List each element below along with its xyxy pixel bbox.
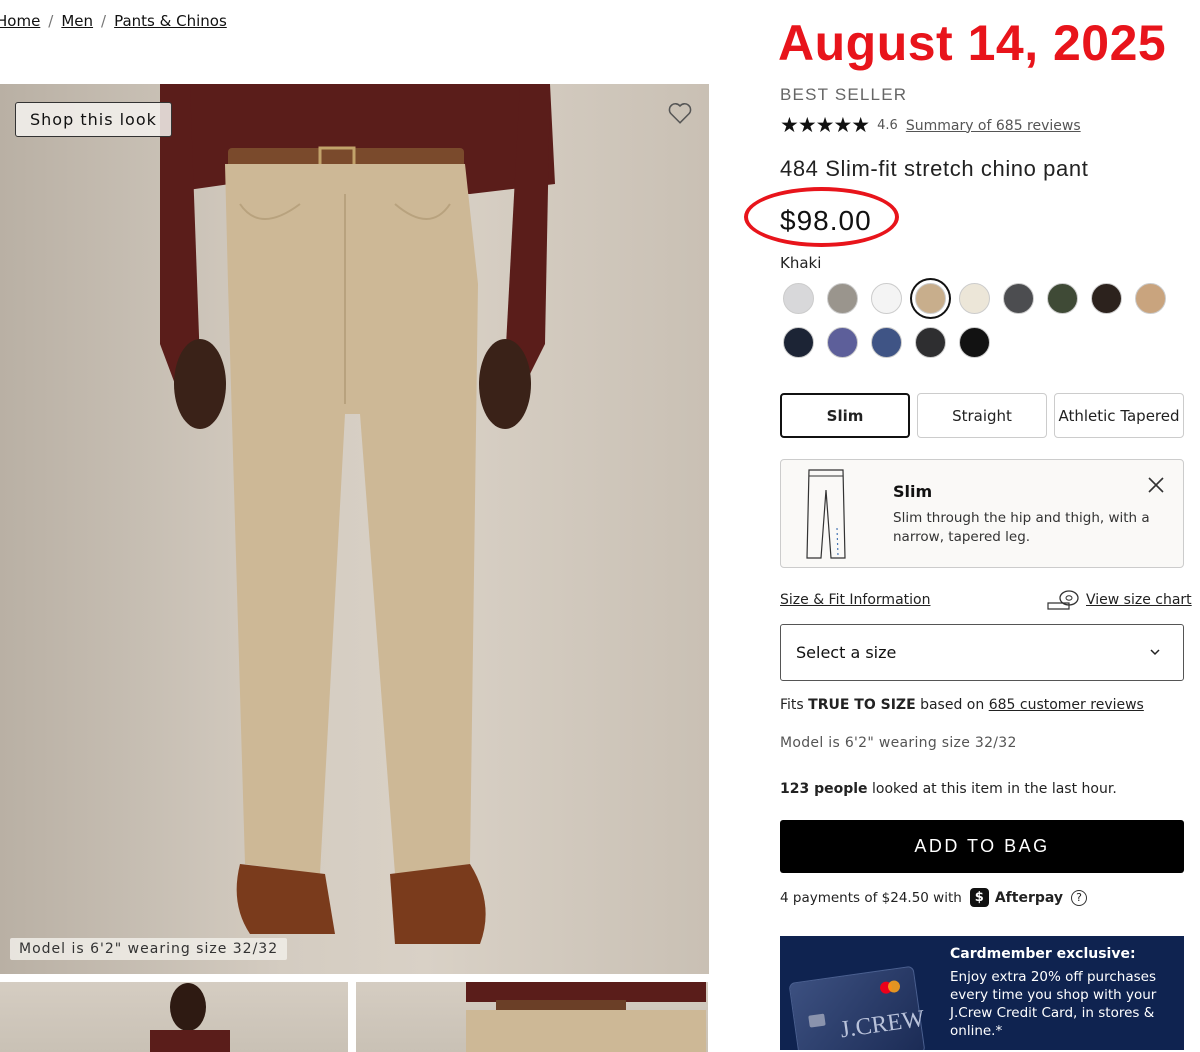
afterpay-brand: Afterpay — [994, 889, 1064, 906]
fit-option-athletic-tapered[interactable]: Athletic Tapered — [1054, 393, 1184, 438]
breadcrumb-men[interactable]: Men — [61, 12, 93, 30]
mastercard-icon — [880, 980, 900, 994]
afterpay-row: 4 payments of $24.50 with $ Afterpay ? — [780, 888, 1185, 907]
color-swatch[interactable] — [783, 327, 814, 358]
afterpay-logo: $ Afterpay — [969, 888, 1064, 907]
thumbnail-image — [466, 982, 706, 1052]
rating-row: ★★★★★ 4.6 Summary of 685 reviews — [780, 115, 1185, 136]
color-swatch[interactable] — [871, 283, 902, 314]
product-thumbnail[interactable] — [356, 982, 708, 1052]
promo-body: Enjoy extra 20% off purchases every time… — [950, 969, 1157, 1039]
dollar-icon: $ — [969, 888, 989, 907]
rating-stars-icon: ★★★★★ — [780, 113, 870, 137]
afterpay-text: 4 payments of $24.50 with — [780, 889, 962, 906]
model-size-note: Model is 6'2" wearing size 32/32 — [780, 735, 1017, 751]
product-main-image[interactable]: Shop this look Model is 6'2" wearing siz… — [0, 84, 709, 974]
thumbnail-image — [150, 983, 230, 1052]
heart-icon[interactable] — [667, 100, 693, 126]
product-title: 484 Slim-fit stretch chino pant — [780, 156, 1089, 181]
product-photo — [160, 84, 555, 944]
add-to-bag-button[interactable]: ADD TO BAG — [780, 820, 1184, 873]
fit-description-card: Slim Slim through the hip and thigh, wit… — [780, 459, 1184, 568]
pants-icon — [806, 469, 846, 559]
view-size-chart-link[interactable]: View size chart — [1086, 592, 1192, 608]
close-icon[interactable] — [1147, 476, 1165, 494]
fit-option-slim[interactable]: Slim — [780, 393, 910, 438]
color-swatch[interactable] — [915, 327, 946, 358]
breadcrumb: Home / Men / Pants & Chinos — [0, 12, 227, 30]
fits-prefix: Fits — [780, 697, 804, 713]
color-swatch[interactable] — [1047, 283, 1078, 314]
fits-value: TRUE TO SIZE — [808, 697, 916, 713]
fit-option-straight[interactable]: Straight — [917, 393, 1047, 438]
shop-this-look-button[interactable]: Shop this look — [15, 102, 172, 137]
best-seller-badge: BEST SELLER — [780, 85, 908, 104]
info-icon[interactable]: ? — [1071, 889, 1088, 906]
people-count: 123 people — [780, 781, 868, 797]
selected-color-label: Khaki — [780, 254, 822, 272]
color-swatch[interactable] — [827, 327, 858, 358]
fit-summary: Fits TRUE TO SIZE based on 685 customer … — [780, 697, 1185, 713]
fit-card-title: Slim — [893, 482, 933, 501]
color-swatch[interactable] — [1135, 283, 1166, 314]
rating-value: 4.6 — [877, 118, 898, 133]
fits-mid: based on — [920, 697, 985, 713]
reviews-summary-link[interactable]: Summary of 685 reviews — [906, 118, 1081, 134]
size-select[interactable]: Select a size — [780, 624, 1184, 681]
customer-reviews-link[interactable]: 685 customer reviews — [989, 697, 1144, 713]
promo-title: Cardmember exclusive: — [950, 946, 1136, 962]
size-select-placeholder: Select a size — [796, 643, 897, 662]
product-thumbnail[interactable] — [0, 982, 348, 1052]
date-annotation: August 14, 2025 — [778, 15, 1167, 71]
color-swatch[interactable] — [827, 283, 858, 314]
color-swatch[interactable] — [1091, 283, 1122, 314]
color-swatch[interactable] — [783, 283, 814, 314]
cardmember-promo-banner[interactable]: J.CREW Cardmember exclusive: Enjoy extra… — [780, 936, 1184, 1050]
people-suffix: looked at this item in the last hour. — [872, 781, 1117, 797]
color-swatch[interactable] — [1003, 283, 1034, 314]
price-annotation-circle — [744, 187, 899, 247]
color-swatch[interactable] — [871, 327, 902, 358]
color-swatch[interactable] — [959, 283, 990, 314]
breadcrumb-home[interactable]: Home — [0, 12, 40, 30]
fit-card-description: Slim through the hip and thigh, with a n… — [893, 510, 1150, 545]
breadcrumb-pants-chinos[interactable]: Pants & Chinos — [114, 12, 227, 30]
recent-views-note: 123 people looked at this item in the la… — [780, 781, 1185, 797]
color-swatch[interactable] — [915, 283, 946, 314]
card-chip — [808, 1013, 826, 1028]
tape-measure-icon — [1047, 590, 1079, 610]
card-brand-logo: J.CREW — [838, 1005, 927, 1044]
breadcrumb-separator: / — [101, 12, 107, 30]
breadcrumb-separator: / — [48, 12, 54, 30]
size-fit-info-link[interactable]: Size & Fit Information — [780, 592, 930, 608]
chevron-down-icon — [1150, 649, 1160, 656]
color-swatch[interactable] — [959, 327, 990, 358]
credit-card-image: J.CREW — [788, 965, 927, 1050]
model-caption: Model is 6'2" wearing size 32/32 — [10, 938, 288, 960]
